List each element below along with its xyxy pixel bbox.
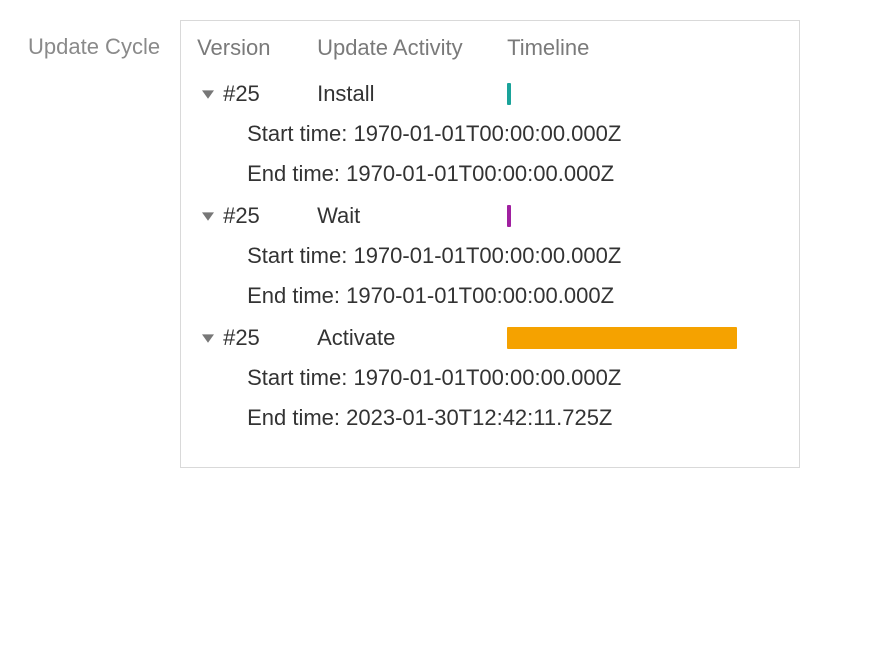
expand-toggle-icon[interactable] [197, 210, 219, 222]
table-row: #25 Activate [197, 325, 783, 351]
timeline-bar [507, 83, 511, 105]
update-cycle-panel: Version Update Activity Timeline #25 Ins… [180, 20, 800, 468]
timeline-bar [507, 327, 737, 349]
header-timeline: Timeline [507, 35, 767, 61]
table-header: Version Update Activity Timeline [197, 35, 783, 61]
start-time-label: Start time: [247, 365, 347, 390]
end-time-label: End time: [247, 405, 340, 430]
start-time-value: 1970-01-01T00:00:00.000Z [353, 365, 621, 390]
section-label: Update Cycle [20, 20, 160, 60]
start-time-label: Start time: [247, 121, 347, 146]
activity-value: Wait [317, 203, 507, 229]
version-value: #25 [223, 81, 260, 107]
expand-toggle-icon[interactable] [197, 332, 219, 344]
end-time-value: 2023-01-30T12:42:11.725Z [346, 405, 612, 430]
start-time-label: Start time: [247, 243, 347, 268]
header-version: Version [197, 35, 317, 61]
detail-block: Start time: 1970-01-01T00:00:00.000Z End… [197, 365, 783, 431]
end-time-label: End time: [247, 283, 340, 308]
table-row: #25 Wait [197, 203, 783, 229]
end-time-label: End time: [247, 161, 340, 186]
version-value: #25 [223, 203, 260, 229]
header-activity: Update Activity [317, 35, 507, 61]
detail-block: Start time: 1970-01-01T00:00:00.000Z End… [197, 121, 783, 187]
expand-toggle-icon[interactable] [197, 88, 219, 100]
activity-value: Activate [317, 325, 507, 351]
table-row: #25 Install [197, 81, 783, 107]
start-time-value: 1970-01-01T00:00:00.000Z [353, 121, 621, 146]
end-time-value: 1970-01-01T00:00:00.000Z [346, 283, 614, 308]
activity-value: Install [317, 81, 507, 107]
version-value: #25 [223, 325, 260, 351]
detail-block: Start time: 1970-01-01T00:00:00.000Z End… [197, 243, 783, 309]
end-time-value: 1970-01-01T00:00:00.000Z [346, 161, 614, 186]
timeline-bar [507, 205, 511, 227]
start-time-value: 1970-01-01T00:00:00.000Z [353, 243, 621, 268]
